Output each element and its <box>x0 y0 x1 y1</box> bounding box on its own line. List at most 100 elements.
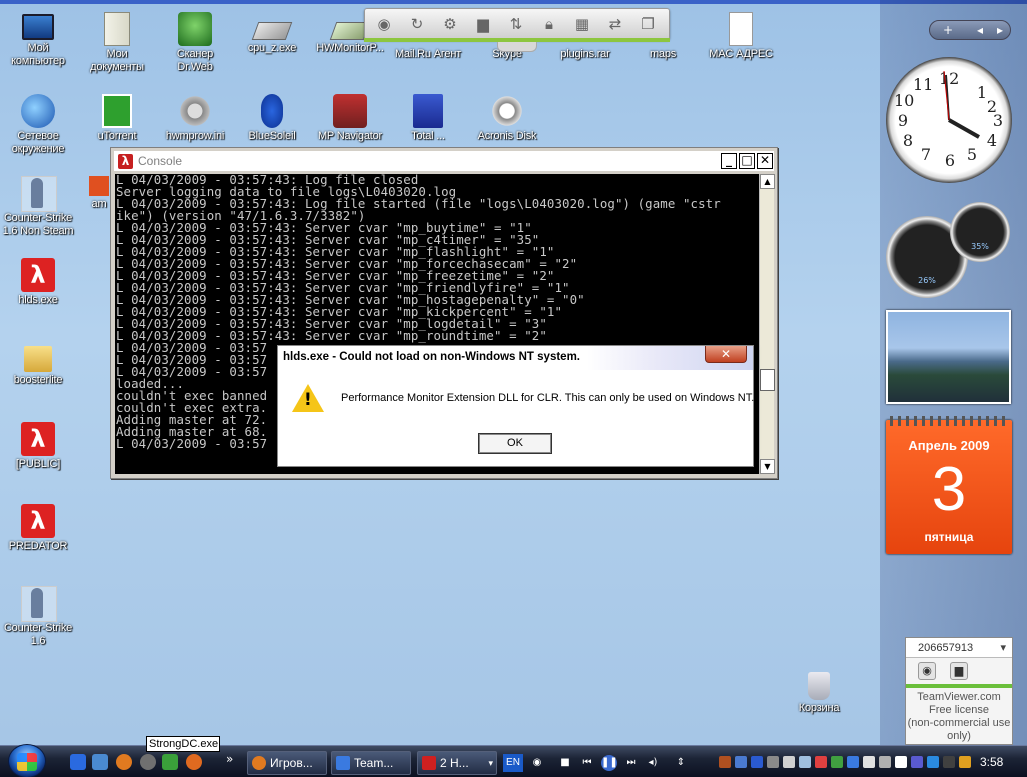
tray-app-icon[interactable] <box>943 756 955 768</box>
previous-track-icon[interactable]: ⏮ <box>579 755 595 771</box>
icon-recycle-bin[interactable]: Корзина <box>781 668 857 715</box>
network-icon[interactable] <box>735 756 747 768</box>
chat-icon[interactable]: ▆ <box>950 662 968 680</box>
tray-app-icon[interactable] <box>831 756 843 768</box>
toolbar-grip[interactable] <box>497 42 537 52</box>
windows-icon[interactable]: ❐ <box>638 14 658 34</box>
transfer-icon[interactable]: ⇅ <box>506 14 526 34</box>
network-icon <box>21 94 55 128</box>
next-track-icon[interactable]: ⏭ <box>623 755 639 771</box>
previous-icon[interactable]: ◂ <box>970 22 990 38</box>
taskbar-button-group[interactable]: 2 Н... ▾ <box>417 751 497 775</box>
maximize-button[interactable]: □ <box>739 153 755 169</box>
calendar-gadget[interactable]: Апрель 2009 3 пятница <box>886 416 1012 554</box>
grid-icon[interactable]: ▦ <box>572 14 592 34</box>
restore-icon[interactable]: ⇕ <box>673 755 689 771</box>
dialog-close-button[interactable]: ✕ <box>705 346 747 363</box>
teamviewer-panel: 206657913 ▾ ◉ ▆ TeamViewer.com Free lice… <box>905 637 1013 745</box>
tray-app-icon[interactable] <box>783 756 795 768</box>
gear-icon[interactable]: ⚙ <box>440 14 460 34</box>
scroll-down-button[interactable]: ▼ <box>760 459 775 474</box>
scroll-up-button[interactable]: ▲ <box>760 174 775 189</box>
tray-app-icon[interactable] <box>847 756 859 768</box>
icon-public[interactable]: [PUBLIC] <box>0 422 76 471</box>
tray-app-icon[interactable] <box>799 756 811 768</box>
show-desktop-icon[interactable] <box>92 754 108 770</box>
player-icon[interactable]: ◉ <box>529 755 545 771</box>
ok-button[interactable]: OK <box>478 433 552 454</box>
bluetooth-icon[interactable] <box>751 756 763 768</box>
refresh-icon[interactable]: ↻ <box>407 14 427 34</box>
language-indicator[interactable]: EN <box>503 754 523 772</box>
close-button[interactable]: ✕ <box>757 153 773 169</box>
add-gadget-icon[interactable]: + <box>938 22 958 38</box>
icon-label: Mail.Ru Агент <box>394 48 462 60</box>
swap-icon[interactable]: ⇄ <box>605 14 625 34</box>
icon-mp-navigator[interactable]: MP Navigator <box>312 94 388 143</box>
icon-mac-address[interactable]: MAC АДРЕС <box>703 12 779 61</box>
strongdc-icon[interactable] <box>140 754 156 770</box>
record-icon[interactable]: ◉ <box>374 14 394 34</box>
icon-bluesoleil[interactable]: BlueSoleil <box>234 94 310 143</box>
teamviewer-id-field[interactable]: 206657913 ▾ <box>906 638 1012 658</box>
slideshow-gadget[interactable] <box>886 310 1011 404</box>
icon-my-computer[interactable]: Мой компьютер <box>0 12 76 68</box>
icon-my-documents[interactable]: Мои документы <box>79 12 155 74</box>
icon-acronis[interactable]: Acronis Disk <box>469 94 545 143</box>
icon-boosterlite[interactable]: boosterlite <box>0 340 76 387</box>
lock-icon[interactable]: 🔒︎ <box>539 14 559 34</box>
chevron-down-icon[interactable]: ▾ <box>1000 641 1006 654</box>
teamviewer-link[interactable]: TeamViewer.com <box>906 691 1012 704</box>
pause-icon[interactable]: ❚❚ <box>601 755 618 771</box>
start-button[interactable] <box>8 744 46 777</box>
icon-total[interactable]: Total ... <box>390 94 466 143</box>
icon-predator[interactable]: PREDATOR <box>0 504 76 553</box>
minimize-button[interactable]: _ <box>721 153 737 169</box>
icon-label: hlds.exe <box>18 294 58 306</box>
tray-app-icon[interactable] <box>767 756 779 768</box>
console-titlebar[interactable]: λ Console _ □ ✕ <box>114 151 774 171</box>
icon-cs-nonsteam[interactable]: Counter-Strike 1.6 Non Steam <box>0 176 76 238</box>
scroll-thumb[interactable] <box>760 369 775 391</box>
console-scrollbar[interactable]: ▲ ▼ <box>759 174 775 474</box>
tray-app-icon[interactable] <box>911 756 923 768</box>
icon-hwmprow[interactable]: hwmprow.ini <box>157 94 233 143</box>
ie-icon[interactable] <box>70 754 86 770</box>
clock-gadget[interactable]: 12 1 2 3 4 5 6 7 8 9 10 11 <box>886 57 1012 183</box>
mail-icon[interactable] <box>186 754 202 770</box>
floppy-icon <box>413 94 443 128</box>
firefox-icon[interactable] <box>116 754 132 770</box>
tray-app-icon[interactable] <box>879 756 891 768</box>
clock-hands <box>943 70 980 139</box>
tray-app-icon[interactable] <box>927 756 939 768</box>
volume-icon[interactable]: ◂) <box>645 755 661 771</box>
next-icon[interactable]: ▸ <box>990 22 1010 38</box>
taskbar-button-game[interactable]: Игров... <box>247 751 327 775</box>
dialog-titlebar[interactable]: hlds.exe - Could not load on non-Windows… <box>278 346 753 370</box>
icon-label: hwmprow.ini <box>165 130 225 142</box>
tray-app-icon[interactable] <box>815 756 827 768</box>
volume-icon[interactable] <box>895 756 907 768</box>
ram-gauge: 35% <box>950 202 1010 262</box>
tray-app-icon[interactable] <box>719 756 731 768</box>
taskbar-button-teamviewer[interactable]: Team... <box>331 751 411 775</box>
cpu-meter-gadget[interactable]: 26% 35% <box>886 198 1012 298</box>
media-player-controls: ◉ ■ ⏮ ❚❚ ⏭ ◂) ⇕ <box>527 753 693 773</box>
icon-label: maps <box>649 48 677 60</box>
ram-value: 35% <box>971 242 989 251</box>
tray-app-icon[interactable] <box>959 756 971 768</box>
icon-utorrent[interactable]: uTorrent <box>79 94 155 143</box>
taskbar-clock[interactable]: 3:58 <box>980 755 1003 769</box>
tray-app-icon[interactable] <box>863 756 875 768</box>
chat-icon[interactable]: ▆ <box>473 14 493 34</box>
icon-network[interactable]: Сетевое окружение <box>0 94 76 156</box>
icon-hlds[interactable]: hlds.exe <box>0 258 76 307</box>
stop-icon[interactable]: ■ <box>557 755 573 771</box>
record-icon[interactable]: ◉ <box>918 662 936 680</box>
icon-drweb[interactable]: Сканер Dr.Web <box>157 12 233 74</box>
console-title: Console <box>138 154 183 168</box>
quicklaunch-chevron[interactable]: » <box>226 752 233 766</box>
app-icon[interactable] <box>162 754 178 770</box>
icon-cs16[interactable]: Counter-Strike 1.6 <box>0 586 76 648</box>
icon-cpu-z[interactable]: cpu_z.exe <box>234 12 310 55</box>
